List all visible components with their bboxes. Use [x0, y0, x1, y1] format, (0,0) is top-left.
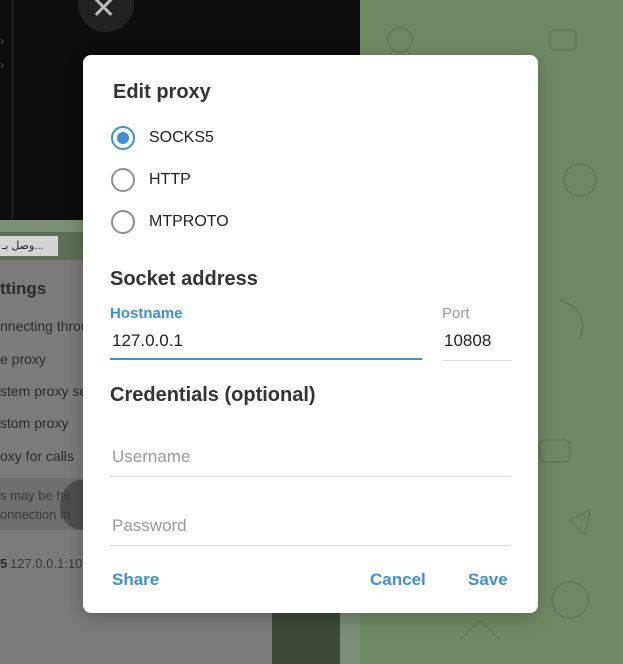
password-underline — [110, 545, 511, 546]
app-window: ✕ › › ...وصل بـ ttings nnecting throu e … — [0, 0, 623, 664]
port-label: Port — [442, 305, 470, 322]
radio-button[interactable] — [111, 210, 135, 234]
chat-chip[interactable]: ...وصل بـ — [0, 236, 58, 256]
chevron-right-icon: › — [0, 34, 4, 48]
close-icon: ✕ — [91, 0, 117, 26]
chevron-right-icon: › — [0, 58, 4, 72]
radio-button-checked[interactable] — [111, 126, 135, 150]
dialog-title: Edit proxy — [113, 81, 211, 103]
settings-title: ttings — [0, 279, 47, 298]
cancel-button[interactable]: Cancel — [370, 570, 426, 590]
settings-item[interactable]: stom proxy — [0, 415, 68, 431]
hostname-underline — [110, 358, 422, 360]
proxy-entry-type: 5 — [0, 556, 8, 571]
radio-socks5[interactable]: SOCKS5 — [111, 125, 371, 151]
radio-label: MTPROTO — [149, 213, 229, 230]
share-button[interactable]: Share — [112, 570, 159, 590]
password-input[interactable] — [110, 514, 510, 538]
radio-mtproto[interactable]: MTPROTO — [111, 209, 371, 235]
proxy-entry-address[interactable]: 127.0.0.1:10 — [10, 556, 82, 571]
settings-item[interactable]: e proxy — [0, 351, 46, 367]
note-text: s may be he — [0, 488, 71, 503]
edit-proxy-dialog: Edit proxy SOCKS5 HTTP MTPROTO Socket ad… — [83, 55, 538, 613]
username-underline — [110, 476, 511, 477]
hostname-input[interactable] — [110, 329, 420, 353]
radio-http[interactable]: HTTP — [111, 167, 371, 193]
radio-label: HTTP — [149, 171, 191, 188]
radio-button[interactable] — [111, 168, 135, 192]
radio-label: SOCKS5 — [149, 129, 214, 146]
note-text: onnection in — [0, 507, 71, 522]
port-underline — [442, 360, 512, 361]
settings-item[interactable]: nnecting throu — [0, 318, 89, 334]
credentials-heading: Credentials (optional) — [110, 384, 316, 406]
hostname-label: Hostname — [110, 305, 183, 322]
save-button[interactable]: Save — [468, 570, 508, 590]
panel-divider — [12, 0, 13, 220]
socket-address-heading: Socket address — [110, 268, 258, 290]
port-input[interactable] — [442, 329, 512, 353]
settings-item[interactable]: oxy for calls — [0, 448, 74, 464]
settings-item[interactable]: stem proxy set — [0, 383, 91, 399]
username-input[interactable] — [110, 445, 510, 469]
